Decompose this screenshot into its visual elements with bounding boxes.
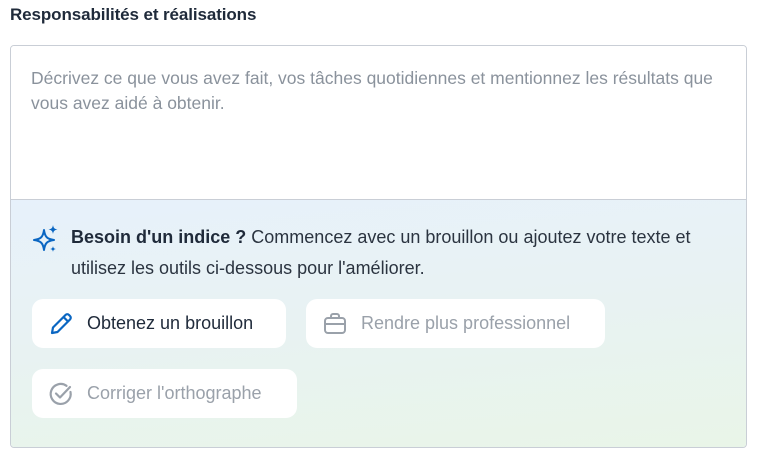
pencil-icon [48,311,74,337]
make-professional-label: Rendre plus professionnel [361,313,571,333]
get-draft-label: Obtenez un brouillon [87,313,254,333]
responsibilities-textarea[interactable] [11,46,746,200]
hint-title: Besoin d'un indice ? [71,227,247,247]
sparkle-icon [33,225,58,252]
briefcase-icon [322,311,348,337]
writing-assistant-panel: Besoin d'un indice ? Commencez avec un b… [11,200,746,447]
section-title: Responsabilités et réalisations [10,5,257,24]
fix-spelling-label: Corriger l'orthographe [87,383,262,403]
check-circle-icon [48,381,74,407]
fix-spelling-button[interactable]: Corriger l'orthographe [32,369,297,418]
get-draft-button[interactable]: Obtenez un brouillon [32,299,286,348]
text-editor: Besoin d'un indice ? Commencez avec un b… [10,45,747,448]
hint-text: Besoin d'un indice ? Commencez avec un b… [71,222,731,284]
make-professional-button[interactable]: Rendre plus professionnel [306,299,605,348]
